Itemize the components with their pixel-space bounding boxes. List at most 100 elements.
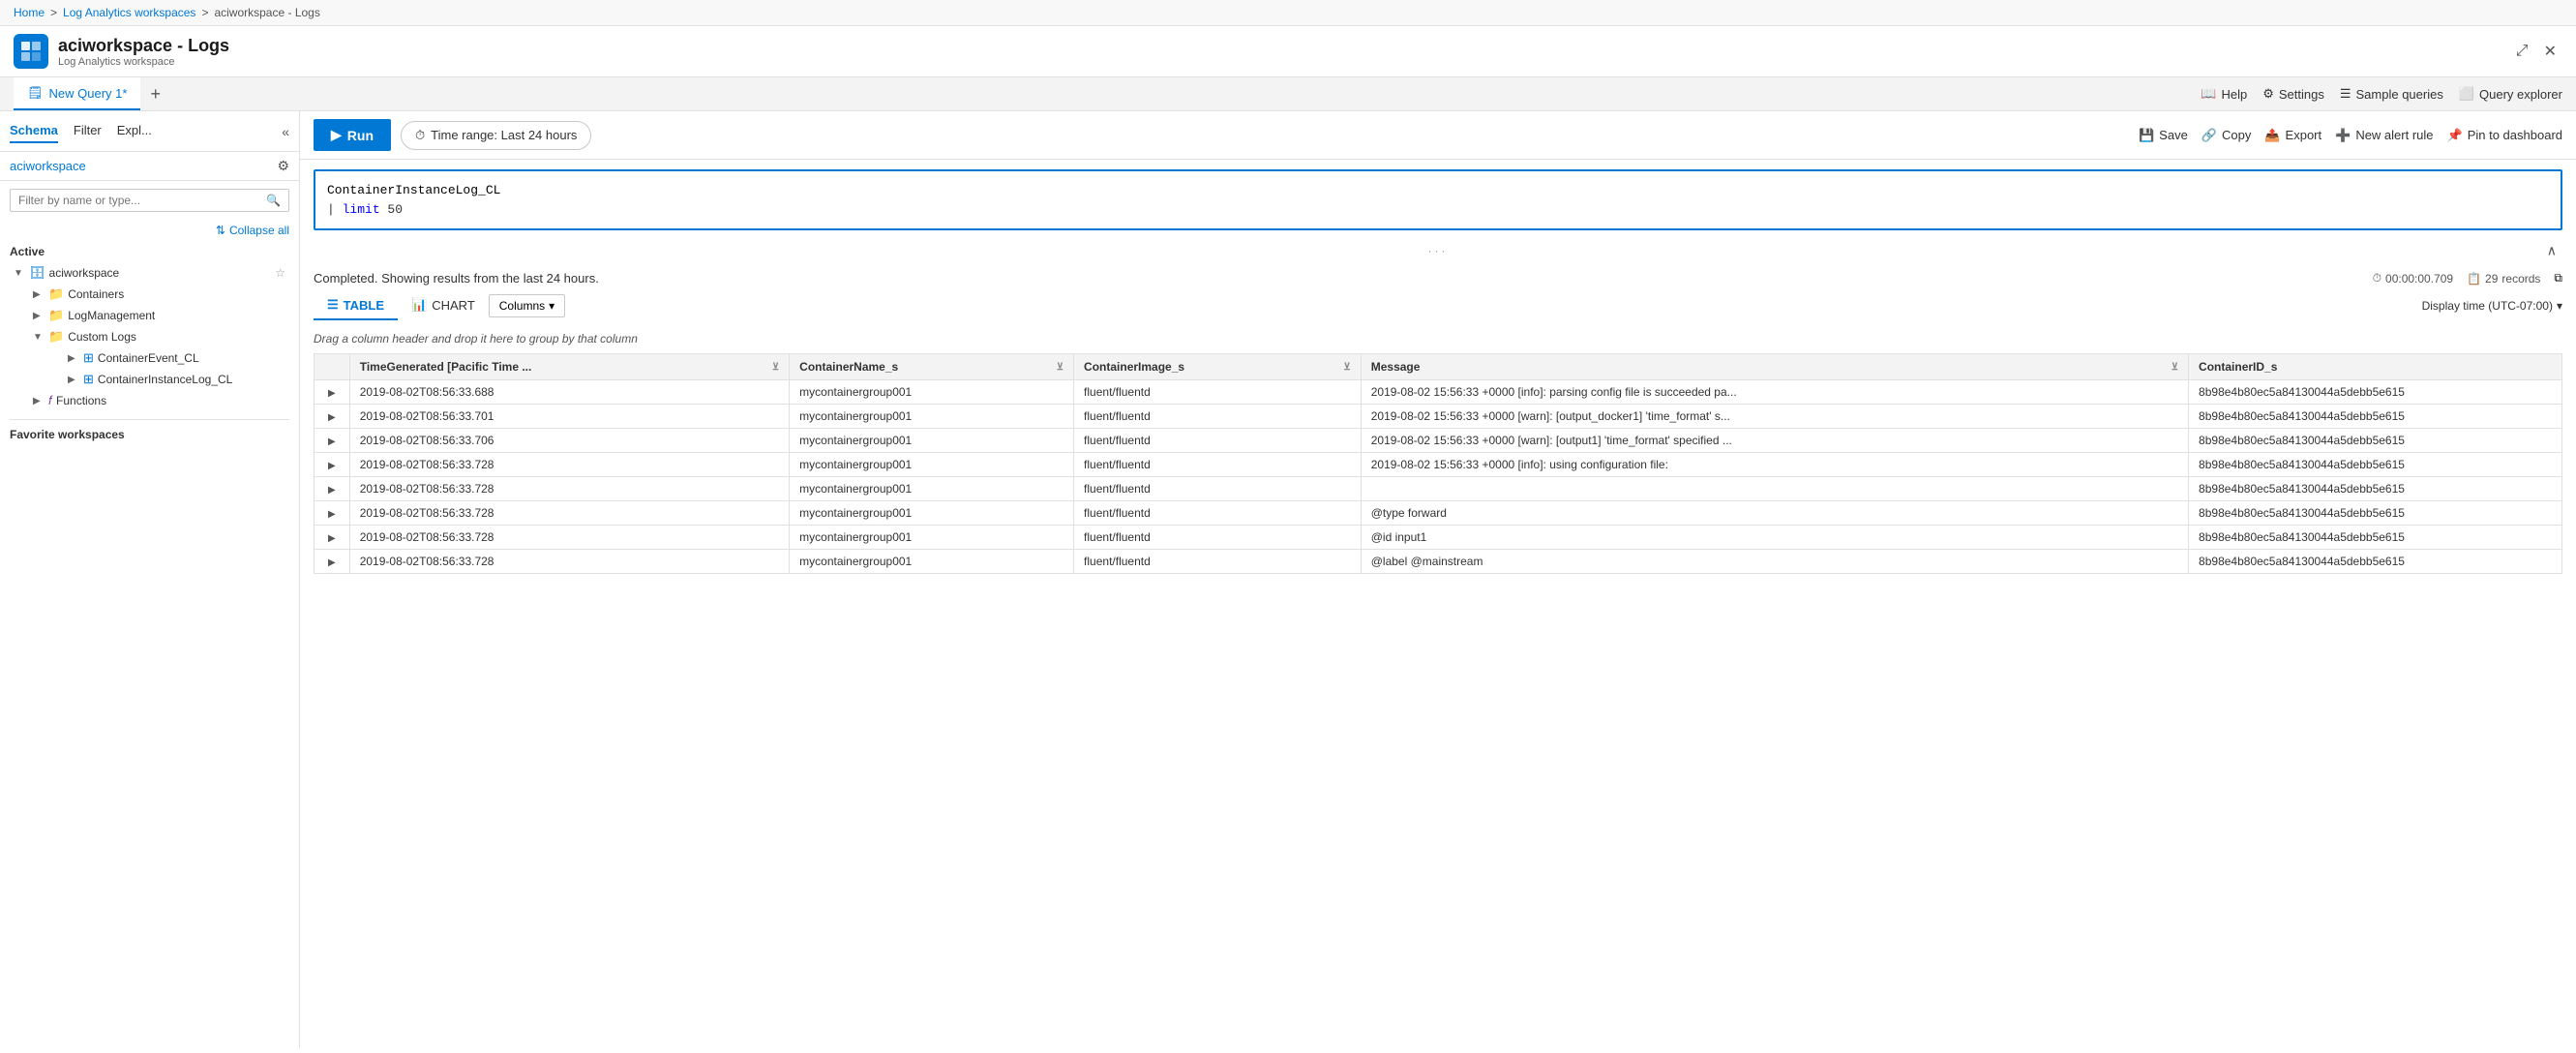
expand-cell[interactable]: ▶ [315,501,350,526]
copy-button[interactable]: 🔗 Copy [2202,128,2252,143]
col-header-container-image: ContainerImage_s ⊻ [1074,354,1362,380]
expand-cell[interactable]: ▶ [315,380,350,405]
cell-container-id: 8b98e4b80ec5a84130044a5debb5e615 [2189,501,2562,526]
pin-to-dashboard-button[interactable]: 📌 Pin to dashboard [2447,128,2562,143]
tab-icon: 🗒 [27,85,44,101]
expand-row-button[interactable]: ▶ [324,485,340,496]
collapse-editor-button[interactable]: ∧ [2547,243,2557,259]
new-alert-label: New alert rule [2355,128,2433,142]
workspace-settings-button[interactable]: ⚙ [277,158,289,174]
cell-container-id: 8b98e4b80ec5a84130044a5debb5e615 [2189,526,2562,550]
results-status: Completed. Showing results from the last… [314,271,599,286]
add-tab-button[interactable]: + [140,78,170,110]
functions-label: Functions [56,394,106,407]
chart-icon: 📊 [411,297,427,313]
table-icon: ☰ [327,297,339,313]
expand-row-button[interactable]: ▶ [324,412,340,423]
dots-indicator: ··· [1428,244,1449,257]
table-row: ▶ 2019-08-02T08:56:33.728 mycontainergro… [315,550,2562,574]
expand-row-button[interactable]: ▶ [324,533,340,544]
sample-queries-button[interactable]: ☰ Sample queries [2340,86,2443,102]
title-bar: aciworkspace - Logs Log Analytics worksp… [0,26,2576,77]
col-header-container-name: ContainerName_s ⊻ [790,354,1074,380]
expand-row-button[interactable]: ▶ [324,509,340,520]
expand-row-button[interactable]: ▶ [324,436,340,447]
cell-container-image: fluent/fluentd [1074,453,1362,477]
cell-message [1361,477,2188,501]
favorite-workspaces-title: Favorite workspaces [10,428,289,441]
expand-row-button[interactable]: ▶ [324,461,340,471]
help-icon: 📖 [2201,86,2216,102]
settings-button[interactable]: ⚙ Settings [2262,86,2324,102]
expand-cell[interactable]: ▶ [315,550,350,574]
chevron-right-icon: ▶ [68,353,79,364]
expand-cell[interactable]: ▶ [315,453,350,477]
expand-row-button[interactable]: ▶ [324,557,340,568]
workspace-link[interactable]: aciworkspace [10,159,86,173]
query-line-1: ContainerInstanceLog_CL [327,181,2549,200]
cell-message: @id input1 [1361,526,2188,550]
filter-icon[interactable]: ⊻ [1057,362,1063,373]
expand-cell[interactable]: ▶ [315,429,350,453]
expand-cell[interactable]: ▶ [315,526,350,550]
filter-icon[interactable]: ⊻ [772,362,779,373]
page-title: aciworkspace - Logs [58,36,229,56]
filter-icon[interactable]: ⊻ [1343,362,1350,373]
expand-cell[interactable]: ▶ [315,477,350,501]
filter-icon[interactable]: ⊻ [2172,362,2178,373]
customlogs-label: Custom Logs [68,330,136,344]
new-alert-icon: ➕ [2335,128,2351,143]
records-label: records [2501,272,2540,286]
columns-button[interactable]: Columns ▾ [489,294,565,317]
records-icon: 📋 [2467,272,2481,286]
chevron-right-icon: ▶ [33,289,45,300]
cell-container-name: mycontainergroup001 [790,526,1074,550]
sidebar-tab-schema[interactable]: Schema [10,119,58,143]
query-explorer-button[interactable]: ⬜ Query explorer [2459,86,2562,102]
sidebar-collapse-button[interactable]: « [282,124,289,139]
help-label: Help [2221,87,2247,102]
table-row: ▶ 2019-08-02T08:56:33.701 mycontainergro… [315,405,2562,429]
tab-chart[interactable]: 📊 CHART [398,291,489,320]
sidebar-tab-expl[interactable]: Expl... [117,119,152,143]
tree-item-logmanagement[interactable]: ▶ 📁 LogManagement [29,305,289,326]
copy-results-button[interactable]: ⧉ [2554,271,2562,286]
tree-item-containerinstancelog-cl[interactable]: ▶ ⊞ ContainerInstanceLog_CL [64,369,289,390]
cell-message: 2019-08-02 15:56:33 +0000 [info]: using … [1361,453,2188,477]
save-button[interactable]: 💾 Save [2139,128,2188,143]
cell-container-name: mycontainergroup001 [790,453,1074,477]
tab-new-query-1[interactable]: 🗒 New Query 1* [14,77,140,110]
run-button[interactable]: ▶ Run [314,119,391,151]
restore-button[interactable]: ⤢ [2510,38,2534,65]
search-input[interactable] [18,194,260,207]
tree-item-containers[interactable]: ▶ 📁 Containers [29,284,289,305]
cell-time: 2019-08-02T08:56:33.706 [349,429,789,453]
columns-label: Columns [499,299,545,313]
display-time[interactable]: Display time (UTC-07:00) ▾ [2422,299,2562,313]
help-button[interactable]: 📖 Help [2201,86,2247,102]
save-label: Save [2159,128,2188,142]
sidebar-tab-filter[interactable]: Filter [74,119,102,143]
tree-item-aciworkspace[interactable]: ▼ 🗄 aciworkspace ☆ [10,262,289,284]
collapse-all-button[interactable]: ⇅ Collapse all [216,224,289,237]
favorite-star-icon[interactable]: ☆ [275,266,285,280]
expand-cell[interactable]: ▶ [315,405,350,429]
breadcrumb-workspaces[interactable]: Log Analytics workspaces [63,6,195,19]
tree-item-customlogs[interactable]: ▼ 📁 Custom Logs [29,326,289,347]
tab-table[interactable]: ☰ TABLE [314,291,398,320]
expand-col-header [315,354,350,380]
close-button[interactable]: ✕ [2538,38,2562,65]
expand-row-button[interactable]: ▶ [324,388,340,399]
query-editor[interactable]: ContainerInstanceLog_CL | limit 50 [314,169,2562,230]
workspace-name: aciworkspace [49,266,120,280]
export-button[interactable]: 📤 Export [2264,128,2321,143]
new-alert-rule-button[interactable]: ➕ New alert rule [2335,128,2433,143]
query-explorer-icon: ⬜ [2459,86,2474,102]
table-icon: ⊞ [83,372,94,387]
breadcrumb-home[interactable]: Home [14,6,45,19]
active-section-title: Active [10,245,289,258]
time-range-button[interactable]: ⏱ Time range: Last 24 hours [401,121,591,150]
tree-item-functions[interactable]: ▶ 𝑓 Functions [29,390,289,411]
tree-item-containerevent-cl[interactable]: ▶ ⊞ ContainerEvent_CL [64,347,289,369]
breadcrumb-sep2: > [201,6,208,19]
